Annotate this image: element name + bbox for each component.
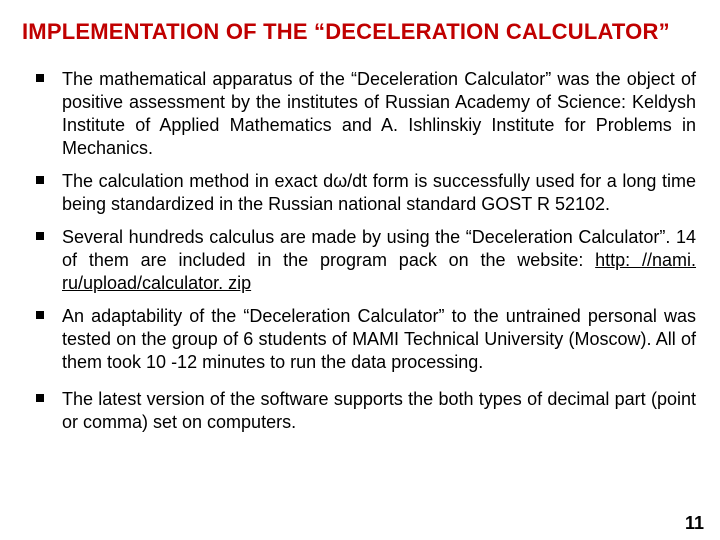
slide: IMPLEMENTATION OF THE “DECELERATION CALC… <box>0 0 720 540</box>
slide-title: IMPLEMENTATION OF THE “DECELERATION CALC… <box>22 18 702 46</box>
list-item: An adaptability of the “Deceleration Cal… <box>36 305 696 374</box>
bullet-list: The mathematical apparatus of the “Decel… <box>22 68 702 434</box>
list-item: The latest version of the software suppo… <box>36 388 696 434</box>
list-item: The calculation method in exact dω/dt fo… <box>36 170 696 216</box>
list-item: Several hundreds calculus are made by us… <box>36 226 696 295</box>
page-number: 11 <box>685 513 704 534</box>
list-item: The mathematical apparatus of the “Decel… <box>36 68 696 160</box>
